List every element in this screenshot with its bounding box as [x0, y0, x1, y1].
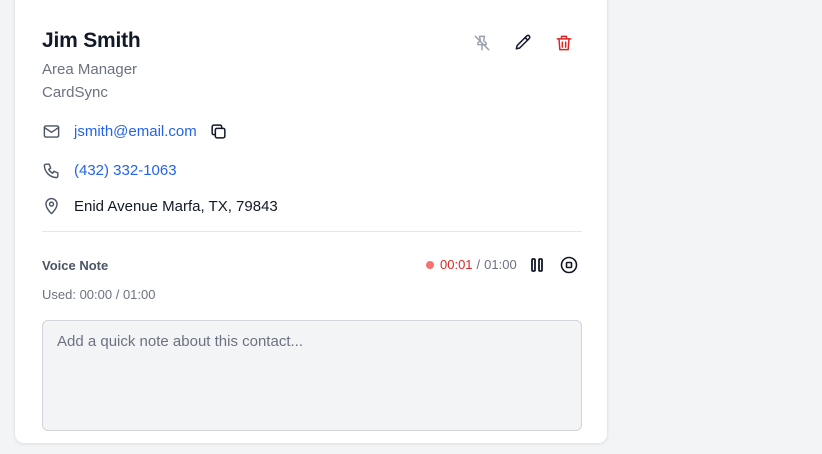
recording-status: 00:01 / 01:00: [426, 257, 517, 272]
stop-button[interactable]: [557, 253, 581, 277]
phone-link[interactable]: (432) 332-1063: [74, 162, 177, 179]
divider: [42, 231, 582, 232]
voice-note-title: Voice Note: [42, 258, 109, 273]
delete-icon: [556, 35, 572, 51]
edit-icon: [515, 34, 531, 50]
recording-dot-icon: [426, 260, 434, 269]
address-row: Enid Avenue Marfa, TX, 79843: [41, 195, 278, 217]
email-row: jsmith@email.com: [41, 120, 229, 142]
location-pin-icon: [41, 196, 61, 216]
contact-title: Area Manager: [42, 61, 138, 78]
delete-button[interactable]: [552, 31, 576, 55]
contact-name: Jim Smith: [42, 29, 141, 52]
voice-note-used: Used: 00:00 / 01:00: [42, 287, 156, 302]
phone-row: (432) 332-1063: [41, 159, 177, 181]
unpin-button[interactable]: [470, 31, 494, 55]
pause-button[interactable]: [525, 253, 549, 277]
recording-separator: /: [476, 257, 481, 272]
contact-card: Jim Smith Area Manager CardSync jsmith@e…: [14, 0, 608, 444]
recording-total: 01:00: [484, 257, 517, 272]
edit-button[interactable]: [511, 31, 535, 55]
address-text: Enid Avenue Marfa, TX, 79843: [74, 197, 278, 215]
email-link[interactable]: jsmith@email.com: [74, 123, 197, 140]
copy-icon[interactable]: [209, 121, 229, 141]
phone-icon: [41, 160, 61, 180]
note-textarea[interactable]: [42, 320, 582, 431]
pause-icon: [531, 258, 543, 272]
stop-icon: [560, 256, 578, 274]
contact-company: CardSync: [42, 84, 108, 101]
unpin-icon: [474, 35, 490, 51]
mail-icon: [41, 121, 61, 141]
recording-elapsed: 00:01: [440, 257, 473, 272]
